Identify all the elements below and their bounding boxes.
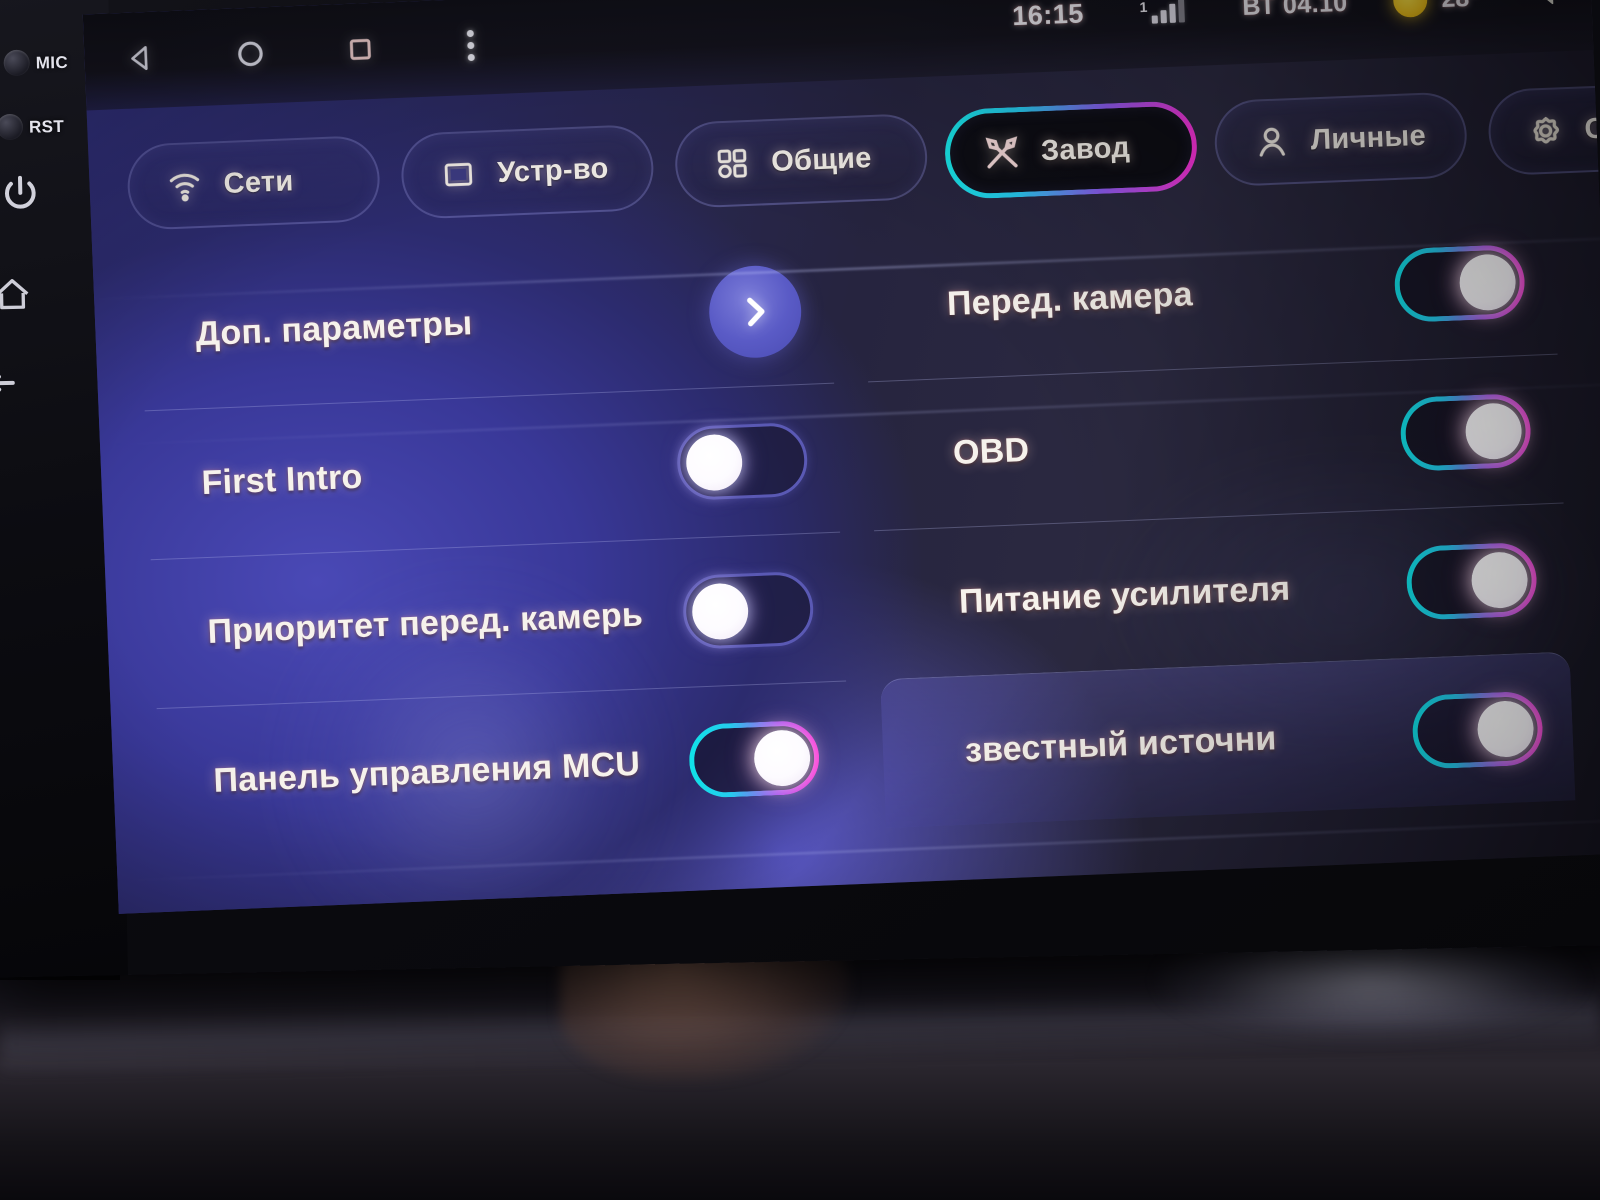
screenshot-root: + MIC RST xyxy=(0,0,1600,1200)
mic-label: MIC xyxy=(35,52,69,73)
head-unit-bezel: MIC RST 16:15 1 ВТ 04.10 Сети Устр-во Об… xyxy=(0,0,1600,978)
tab-label: Систем xyxy=(1583,108,1600,145)
tab-label: Сети xyxy=(222,164,295,200)
setting-row-amplifier-power[interactable]: Питание усилителя xyxy=(874,502,1570,680)
tab-label: Личные xyxy=(1310,119,1427,156)
setting-label: First Intro xyxy=(200,457,364,502)
setting-label: OBD xyxy=(952,430,1030,472)
setting-row-front-camera-priority[interactable]: Приоритет перед. камерь xyxy=(150,531,847,709)
settings-column-left: Доп. параметры First Intro Приоритет пер… xyxy=(139,235,853,858)
home-icon[interactable] xyxy=(228,31,274,77)
toggle-front-camera[interactable] xyxy=(1393,243,1527,324)
tab-factory[interactable]: Завод xyxy=(947,104,1195,196)
chevron-right-icon[interactable] xyxy=(707,263,804,360)
tab-system[interactable]: Систем xyxy=(1486,80,1600,177)
setting-row-first-intro[interactable]: First Intro xyxy=(144,382,841,560)
setting-label: Питание усилителя xyxy=(958,569,1291,621)
home-icon[interactable] xyxy=(0,274,35,315)
gear-icon xyxy=(1524,109,1568,153)
signal-icon: 1 xyxy=(1139,0,1186,24)
bluetooth-date: ВТ 04.10 xyxy=(1241,0,1349,21)
sun-icon xyxy=(1392,0,1429,18)
setting-label: Доп. параметры xyxy=(194,303,474,353)
setting-row-mcu-control-panel[interactable]: Панель управления MCU xyxy=(156,680,853,858)
overflow-menu-icon[interactable] xyxy=(447,22,493,68)
setting-label: Панель управления MCU xyxy=(212,744,641,800)
toggle-obd[interactable] xyxy=(1399,392,1533,472)
signal-label: 1 xyxy=(1139,0,1148,15)
person-icon xyxy=(1250,120,1294,164)
grid-icon xyxy=(710,142,754,186)
tab-device[interactable]: Устр-во xyxy=(399,123,656,220)
back-icon[interactable] xyxy=(0,370,23,415)
toggle-mcu-control-panel[interactable] xyxy=(687,719,821,799)
toggle-unknown-source[interactable] xyxy=(1411,690,1545,770)
setting-row-obd[interactable]: OBD xyxy=(868,353,1564,531)
power-icon[interactable] xyxy=(0,171,41,214)
tab-label: Завод xyxy=(1040,131,1131,167)
tab-networks[interactable]: Сети xyxy=(126,134,382,231)
screen-icon xyxy=(437,153,481,197)
tab-personal[interactable]: Личные xyxy=(1213,91,1469,188)
toggle-amplifier-power[interactable] xyxy=(1405,541,1539,621)
temperature-readout: 28° xyxy=(1441,0,1480,13)
head-unit-screen: 16:15 1 ВТ 04.10 28° xyxy=(82,0,1600,914)
setting-row-front-camera[interactable]: Перед. камера xyxy=(862,206,1557,382)
status-clock: 16:15 xyxy=(1011,0,1085,31)
settings-column-right: Перед. камера OBD Питание усилителя звес… xyxy=(862,206,1576,828)
tab-label: Устр-во xyxy=(496,152,610,189)
toggle-front-camera-priority[interactable] xyxy=(681,570,815,650)
status-indicators: 16:15 1 ВТ 04.10 28° xyxy=(1012,0,1588,33)
setting-row-unknown-source[interactable]: звестный источни xyxy=(880,651,1576,828)
wifi-icon xyxy=(163,164,207,208)
volume-icon[interactable] xyxy=(1537,0,1588,10)
settings-panel: Доп. параметры First Intro Приоритет пер… xyxy=(93,204,1600,914)
setting-label: звестный источни xyxy=(964,718,1278,770)
setting-label: Приоритет перед. камерь xyxy=(206,595,644,651)
tab-general[interactable]: Общие xyxy=(673,112,929,209)
android-nav-buttons xyxy=(118,22,493,81)
setting-row-extra-params[interactable]: Доп. параметры xyxy=(139,235,834,411)
setting-label: Перед. камера xyxy=(946,274,1194,323)
toggle-first-intro[interactable] xyxy=(675,421,809,502)
reset-label: RST xyxy=(28,116,65,137)
android-status-bar: 16:15 1 ВТ 04.10 28° xyxy=(82,0,1594,111)
tab-label: Общие xyxy=(770,141,873,178)
settings-tab-bar: Сети Устр-во Общие Завод Личные Систем xyxy=(126,80,1600,231)
back-icon[interactable] xyxy=(118,35,164,81)
recents-icon[interactable] xyxy=(338,27,384,73)
tools-icon xyxy=(980,131,1024,175)
